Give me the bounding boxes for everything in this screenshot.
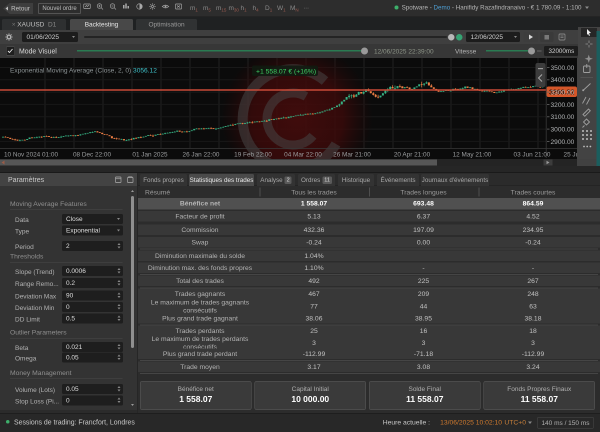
svg-text:26 Jan 22:00: 26 Jan 22:00 bbox=[183, 152, 220, 159]
svg-text:03 Jun 21:00: 03 Jun 21:00 bbox=[514, 152, 551, 159]
svg-text:3500.00: 3500.00 bbox=[551, 65, 575, 72]
svg-text:20 Apr 21:00: 20 Apr 21:00 bbox=[394, 152, 431, 159]
svg-text:+1 558.07 € (+16%): +1 558.07 € (+16%) bbox=[256, 68, 316, 75]
svg-text:3400.00: 3400.00 bbox=[551, 77, 575, 84]
svg-text:12 May 21:00: 12 May 21:00 bbox=[453, 152, 492, 159]
svg-text:19 Feb 22:00: 19 Feb 22:00 bbox=[234, 152, 272, 159]
svg-text:Exponential Moving Average (Cl: Exponential Moving Average (Close, 2, 0)… bbox=[10, 68, 157, 75]
svg-text:10 Nov 2024 01:00: 10 Nov 2024 01:00 bbox=[4, 152, 58, 159]
svg-text:3000.00: 3000.00 bbox=[551, 127, 575, 134]
svg-text:26 Mar 21:00: 26 Mar 21:00 bbox=[333, 152, 371, 159]
svg-text:3200.00: 3200.00 bbox=[551, 102, 575, 109]
svg-text:01 Jan 2025: 01 Jan 2025 bbox=[132, 152, 168, 159]
svg-text:3300.00: 3300.00 bbox=[551, 90, 575, 97]
svg-text:04 Mar 22:00: 04 Mar 22:00 bbox=[284, 152, 322, 159]
svg-text:08 Dec 22:00: 08 Dec 22:00 bbox=[73, 152, 111, 159]
svg-text:2900.00: 2900.00 bbox=[551, 139, 575, 146]
svg-text:3100.00: 3100.00 bbox=[551, 114, 575, 121]
